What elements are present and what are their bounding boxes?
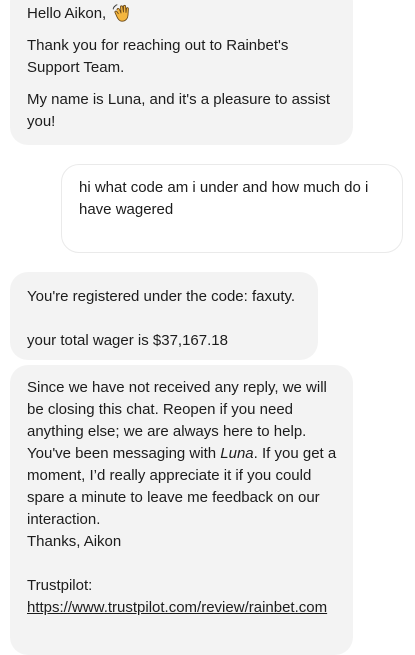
agent-message-greeting: Hello Aikon, Thank you for reaching out … <box>10 0 353 145</box>
greeting-line: Hello Aikon, <box>27 3 335 25</box>
answer-text: You're registered under the code: faxuty… <box>27 288 296 349</box>
trustpilot-label: Trustpilot: <box>27 577 93 594</box>
trustpilot-link[interactable]: https://www.trustpilot.com/review/rainbe… <box>27 599 327 616</box>
agent-message-answer: You're registered under the code: faxuty… <box>10 272 318 360</box>
agent-name: Luna <box>220 445 254 462</box>
agent-message-closing: Since we have not received any reply, we… <box>10 365 353 655</box>
waving-hand-icon <box>113 4 130 22</box>
closing-signoff: Thanks, Aikon <box>27 533 122 550</box>
user-message-text: hi what code am i under and how much do … <box>79 179 369 218</box>
closing-text: Since we have not received any reply, we… <box>27 377 339 531</box>
greeting-thanks: Thank you for reaching out to Rainbet's … <box>27 37 289 76</box>
greeting-intro: My name is Luna, and it's a pleasure to … <box>27 91 331 130</box>
user-message: hi what code am i under and how much do … <box>61 164 403 253</box>
greeting-text: Hello Aikon, <box>27 5 107 22</box>
